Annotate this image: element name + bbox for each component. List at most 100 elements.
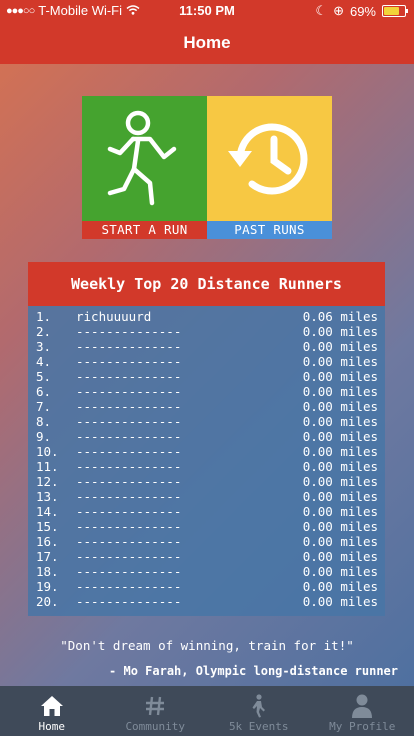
row-rank: 13. xyxy=(36,489,59,504)
quote-author: - Mo Farah, Olympic long-distance runner xyxy=(109,664,398,678)
running-man-icon xyxy=(82,96,207,221)
nav-bar: Home xyxy=(0,22,414,64)
row-rank: 17. xyxy=(36,549,59,564)
leaderboard: Weekly Top 20 Distance Runners 1. richuuu… xyxy=(28,262,385,616)
person-icon xyxy=(351,692,373,720)
row-rank: 11. xyxy=(36,459,59,474)
leaderboard-row: 8. -------------- 0.00 miles xyxy=(28,414,385,429)
row-distance: 0.00 miles xyxy=(302,474,378,489)
row-name: -------------- xyxy=(76,384,182,399)
leaderboard-row: 3. -------------- 0.00 miles xyxy=(28,339,385,354)
row-rank: 2. xyxy=(36,324,52,339)
tab-my-profile[interactable]: My Profile xyxy=(311,686,414,736)
row-distance: 0.00 miles xyxy=(302,459,378,474)
motivational-quote: "Don't dream of winning, train for it!" xyxy=(60,638,354,653)
battery-percent: 69% xyxy=(349,3,376,19)
leaderboard-row: 17. -------------- 0.00 miles xyxy=(28,549,385,564)
row-rank: 3. xyxy=(36,339,52,354)
row-rank: 19. xyxy=(36,579,59,594)
leaderboard-row: 18. -------------- 0.00 miles xyxy=(28,564,385,579)
action-tiles: START A RUN PAST RUNS xyxy=(82,96,332,239)
row-rank: 20. xyxy=(36,594,59,609)
row-name: -------------- xyxy=(76,444,182,459)
runner-icon xyxy=(249,692,269,720)
row-name: -------------- xyxy=(76,429,182,444)
tab-home[interactable]: Home xyxy=(0,686,104,736)
row-distance: 0.00 miles xyxy=(302,489,378,504)
row-rank: 8. xyxy=(36,414,52,429)
row-rank: 16. xyxy=(36,534,59,549)
row-name: -------------- xyxy=(76,324,182,339)
leaderboard-row: 9. -------------- 0.00 miles xyxy=(28,429,385,444)
row-distance: 0.00 miles xyxy=(302,429,378,444)
row-rank: 6. xyxy=(36,384,52,399)
row-name: -------------- xyxy=(76,459,182,474)
tab-5k-events[interactable]: 5k Events xyxy=(207,686,311,736)
leaderboard-row: 7. -------------- 0.00 miles xyxy=(28,399,385,414)
row-distance: 0.00 miles xyxy=(302,444,378,459)
row-name: -------------- xyxy=(76,519,182,534)
row-name: -------------- xyxy=(76,564,182,579)
row-name: -------------- xyxy=(76,414,182,429)
status-right: ☾ ⊕ 69% xyxy=(315,3,408,19)
leaderboard-row: 11. -------------- 0.00 miles xyxy=(28,459,385,474)
leaderboard-header: Weekly Top 20 Distance Runners xyxy=(28,262,385,306)
row-name: -------------- xyxy=(76,504,182,519)
leaderboard-row: 16. -------------- 0.00 miles xyxy=(28,534,385,549)
row-distance: 0.00 miles xyxy=(302,339,378,354)
history-clock-icon xyxy=(207,96,332,221)
row-name: -------------- xyxy=(76,399,182,414)
leaderboard-title: Weekly Top 20 Distance Runners xyxy=(71,275,342,293)
leaderboard-row: 14. -------------- 0.00 miles xyxy=(28,504,385,519)
leaderboard-row: 10. -------------- 0.00 miles xyxy=(28,444,385,459)
row-name: -------------- xyxy=(76,534,182,549)
leaderboard-row: 19. -------------- 0.00 miles xyxy=(28,579,385,594)
status-bar: ●●●○○ T-Mobile Wi-Fi 11:50 PM ☾ ⊕ 69% xyxy=(0,0,414,22)
leaderboard-row: 2. -------------- 0.00 miles xyxy=(28,324,385,339)
tab-community[interactable]: Community xyxy=(104,686,208,736)
row-distance: 0.00 miles xyxy=(302,324,378,339)
leaderboard-row: 1. richuuuurd 0.06 miles xyxy=(28,309,385,324)
leaderboard-row: 15. -------------- 0.00 miles xyxy=(28,519,385,534)
row-name: -------------- xyxy=(76,339,182,354)
row-distance: 0.06 miles xyxy=(302,309,378,324)
rotation-lock-icon: ⊕ xyxy=(333,3,344,18)
leaderboard-row: 5. -------------- 0.00 miles xyxy=(28,369,385,384)
row-distance: 0.00 miles xyxy=(302,564,378,579)
tab-home-label: Home xyxy=(38,720,66,733)
row-distance: 0.00 miles xyxy=(302,594,378,609)
tab-community-label: Community xyxy=(125,720,186,733)
tab-5k-events-label: 5k Events xyxy=(228,720,289,733)
row-name: -------------- xyxy=(76,579,182,594)
leaderboard-row: 6. -------------- 0.00 miles xyxy=(28,384,385,399)
leaderboard-row: 20. -------------- 0.00 miles xyxy=(28,594,385,609)
row-rank: 1. xyxy=(36,309,52,324)
row-rank: 15. xyxy=(36,519,59,534)
row-name: -------------- xyxy=(76,594,182,609)
leaderboard-row: 12. -------------- 0.00 miles xyxy=(28,474,385,489)
start-run-label: START A RUN xyxy=(82,221,207,239)
row-name: richuuuurd xyxy=(76,309,152,324)
row-distance: 0.00 miles xyxy=(302,414,378,429)
row-rank: 12. xyxy=(36,474,59,489)
row-name: -------------- xyxy=(76,369,182,384)
row-rank: 18. xyxy=(36,564,59,579)
past-runs-label: PAST RUNS xyxy=(207,221,332,239)
home-icon xyxy=(40,692,64,720)
row-rank: 5. xyxy=(36,369,52,384)
leaderboard-row: 13. -------------- 0.00 miles xyxy=(28,489,385,504)
past-runs-button[interactable]: PAST RUNS xyxy=(207,96,332,239)
row-name: -------------- xyxy=(76,549,182,564)
row-rank: 4. xyxy=(36,354,52,369)
row-rank: 14. xyxy=(36,504,59,519)
page-title: Home xyxy=(183,33,231,52)
start-run-button[interactable]: START A RUN xyxy=(82,96,207,239)
tab-bar: Home Community 5k Events My Profile xyxy=(0,686,414,736)
row-distance: 0.00 miles xyxy=(302,534,378,549)
tab-my-profile-label: My Profile xyxy=(329,720,396,733)
row-distance: 0.00 miles xyxy=(302,549,378,564)
row-name: -------------- xyxy=(76,489,182,504)
row-distance: 0.00 miles xyxy=(302,354,378,369)
row-distance: 0.00 miles xyxy=(302,369,378,384)
leaderboard-row: 4. -------------- 0.00 miles xyxy=(28,354,385,369)
